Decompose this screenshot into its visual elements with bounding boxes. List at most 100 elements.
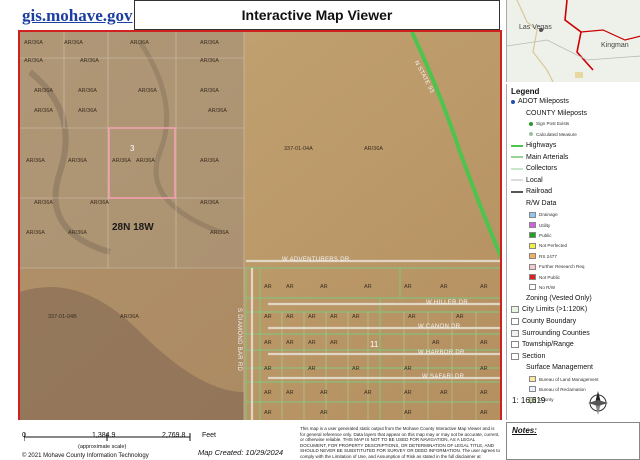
map-view[interactable]: AR/36A AR/36A AR/36A AR/36A AR/36A AR/36… xyxy=(18,30,502,422)
lot-label: AR xyxy=(308,314,316,320)
parcel-label: AR/36A xyxy=(208,108,227,114)
parcel-label: AR/36A xyxy=(200,58,219,64)
road-label-kanon: W CANON DR xyxy=(418,324,461,330)
legend-item-label: COUNTY Mileposts xyxy=(526,109,587,117)
lot-label: AR xyxy=(286,284,294,290)
lot-label: AR xyxy=(286,314,294,320)
legend-line-icon xyxy=(511,190,523,193)
scale-tick-0: 0 xyxy=(22,432,26,439)
legend-line-icon xyxy=(511,167,523,170)
lot-label: AR xyxy=(456,314,464,320)
parcel-label: AR/36A xyxy=(24,40,43,46)
scale-note: (approximate scale) xyxy=(78,444,127,450)
legend-item-label: ADOT Mileposts xyxy=(518,98,569,105)
parcel-label: AR/36A xyxy=(200,200,219,206)
legend-item-label: Bureau of Reclamation xyxy=(539,386,586,392)
legend-item-label: Surface Management xyxy=(526,364,593,372)
section-number: 11 xyxy=(370,340,379,349)
inset-map-graphic xyxy=(507,0,640,82)
map-legend: Legend ADOT Mileposts COUNTY Mileposts Sig… xyxy=(506,84,640,420)
lot-label: AR xyxy=(432,340,440,346)
parcel-label: AR/36A xyxy=(24,58,43,64)
legend-item: ADOT Mileposts xyxy=(511,98,569,105)
parcel-label: AR/36A xyxy=(200,40,219,46)
legend-swatch-icon xyxy=(511,341,519,349)
lot-label: AR xyxy=(352,366,360,372)
legend-item-label: Sign Post Exists xyxy=(536,121,570,127)
legend-item-label: Bureau of Land Management xyxy=(539,376,599,382)
lot-label: AR xyxy=(264,340,272,346)
lot-label: AR xyxy=(404,284,412,290)
lot-label: AR xyxy=(264,390,272,396)
legend-item: Township/Range xyxy=(511,341,574,349)
parcel-label: AR/36A xyxy=(200,158,219,164)
lot-label: AR xyxy=(364,284,372,290)
legend-item: Calculated Measure xyxy=(529,132,577,137)
lot-label: AR xyxy=(404,366,412,372)
parcel-label: AR/36A xyxy=(80,58,99,64)
lot-label: AR xyxy=(330,314,338,320)
legend-swatch-icon xyxy=(529,222,536,228)
legend-item: Sign Post Exists xyxy=(529,121,569,126)
parcel-label: AR/36A xyxy=(90,200,109,206)
legend-swatch-icon xyxy=(529,211,536,218)
legend-item-label: City Limits (>1:120K) xyxy=(522,306,588,314)
parcel-label: AR/36A xyxy=(34,88,53,94)
parcel-label: AR/36A xyxy=(78,108,97,114)
scale-unit: Feet xyxy=(202,432,217,439)
parcel-label: AR/36A xyxy=(136,158,155,164)
legend-item: Bureau of Reclamation xyxy=(529,386,586,393)
scale-ratio: 1: 16,619 xyxy=(512,396,546,405)
parcel-label: AR/36A xyxy=(120,314,139,320)
north-arrow-icon xyxy=(588,391,608,415)
legend-item-label: Main Arterials xyxy=(526,153,569,161)
parcel-label: AR/36A xyxy=(138,88,157,94)
parcel-label: AR/36A xyxy=(112,158,131,164)
parcel-label: AR/36A xyxy=(26,230,45,236)
legend-item-label: Not Perfected xyxy=(539,243,568,249)
parcel-label: AR/36A xyxy=(130,40,149,46)
road-label-hiller: W HILLER DR xyxy=(426,300,468,306)
map-created-date: Map Created: 10/29/2024 xyxy=(198,448,284,457)
legend-swatch-icon xyxy=(529,253,536,260)
parcel-label: AR/36A xyxy=(78,88,97,94)
legend-dot-icon xyxy=(529,132,533,137)
legend-swatch-icon xyxy=(511,352,519,360)
lot-label: AR xyxy=(404,390,412,396)
title-box: Interactive Map Viewer xyxy=(134,0,500,30)
legend-swatch-icon xyxy=(529,242,536,249)
lot-label: AR xyxy=(320,410,328,416)
legend-swatch-icon xyxy=(529,284,536,291)
legend-item-label: Public xyxy=(539,232,552,238)
legend-item-label: Drainage xyxy=(539,212,558,218)
legend-swatch-icon xyxy=(529,274,536,280)
legend-item: No R/W xyxy=(529,284,555,291)
legend-swatch-icon xyxy=(529,232,536,239)
legend-item: Surrounding Counties xyxy=(511,329,590,337)
lot-label: AR xyxy=(330,340,338,346)
lot-label: AR xyxy=(404,410,412,416)
site-logo-link[interactable]: gis.mohave.gov xyxy=(22,6,133,26)
legend-item-label: Zoning (Vested Only) xyxy=(526,294,592,302)
legend-item: Section xyxy=(511,352,545,360)
legend-item-label: County Boundary xyxy=(522,318,577,325)
parcel-label: AR/36A xyxy=(364,146,383,152)
legend-item: Highways xyxy=(511,142,556,149)
lot-label: AR xyxy=(264,284,272,290)
legend-item: Railroad xyxy=(511,188,552,195)
lot-label: AR xyxy=(264,410,272,416)
legend-item: RS 2477 xyxy=(529,253,557,260)
parcel-id-label: 337-01-04A xyxy=(284,146,313,152)
highlighted-parcel-number: 3 xyxy=(130,144,135,153)
legend-item: COUNTY Mileposts xyxy=(511,110,587,117)
legend-item: Utility xyxy=(529,222,550,228)
legend-item: Drainage xyxy=(529,211,558,218)
notes-label: Notes: xyxy=(512,426,537,435)
legend-swatch-icon xyxy=(511,306,519,314)
inset-label-kingman: Kingman xyxy=(601,42,629,49)
legend-swatch-icon xyxy=(529,263,536,270)
lot-label: AR xyxy=(308,366,316,372)
lot-label: AR xyxy=(440,390,448,396)
legend-item: Not Perfected xyxy=(529,242,568,249)
legend-swatch-icon xyxy=(529,376,536,382)
